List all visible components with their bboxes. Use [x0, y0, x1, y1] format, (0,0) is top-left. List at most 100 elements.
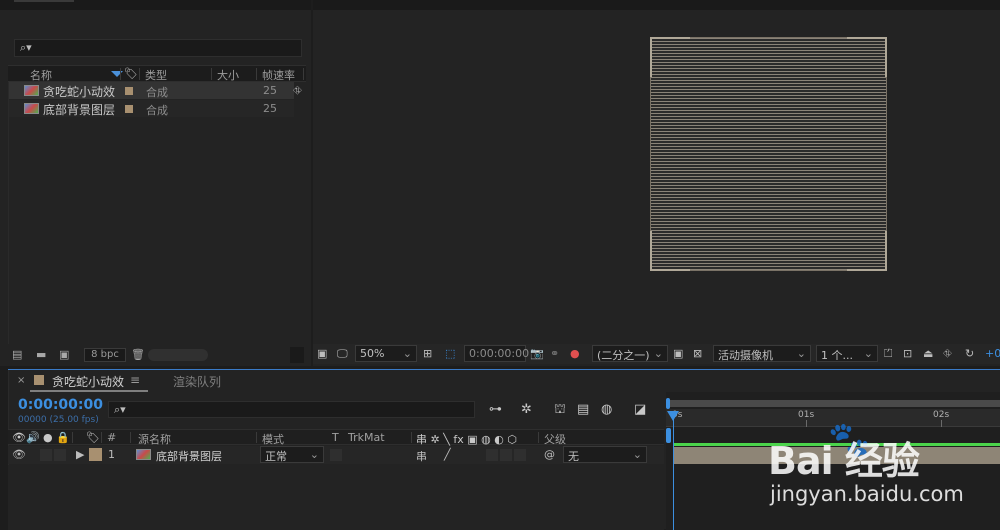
graph-editor-icon[interactable]: ◪ — [634, 402, 646, 417]
flowchart-icon[interactable]: ⛗ — [943, 347, 952, 361]
label-swatch[interactable] — [125, 87, 133, 95]
resolution-dropdown[interactable]: (二分之一) ⌄ — [592, 345, 668, 362]
bpc-button[interactable]: 8 bpc — [84, 348, 126, 362]
column-size[interactable]: 大小 — [217, 67, 239, 83]
tab-composition[interactable]: 贪吃蛇小动效 — [52, 373, 124, 390]
zoom-dropdown[interactable]: 50% ⌄ — [355, 345, 417, 362]
mode-value: 正常 — [265, 450, 287, 463]
audio-switch[interactable] — [40, 449, 52, 461]
mode-dropdown[interactable]: 正常 ⌄ — [260, 446, 324, 463]
expand-arrow-icon[interactable]: ▶ — [76, 448, 84, 461]
ruler-label: 01s — [798, 410, 815, 420]
transparency-grid-icon[interactable]: ⊠ — [693, 347, 702, 360]
in-point-handle[interactable] — [666, 428, 671, 443]
interpret-footage-icon[interactable]: ▤ — [12, 348, 22, 361]
toggle-pixel-aspect-icon[interactable]: ⏍ — [884, 347, 892, 361]
motion-blur-icon[interactable]: ◍ — [601, 402, 612, 417]
effect-switch[interactable] — [486, 449, 498, 461]
new-composition-icon[interactable]: ▣ — [59, 348, 69, 361]
composition-canvas[interactable] — [650, 37, 887, 271]
always-preview-icon[interactable]: ▣ — [317, 347, 327, 360]
viewer-timecode[interactable]: 0:00:00:00 — [464, 345, 529, 362]
frame-blending-icon[interactable]: ▤ — [577, 402, 589, 417]
flowchart-icon[interactable]: ⛗ — [293, 84, 302, 98]
chevron-down-icon: ⌄ — [309, 448, 319, 461]
fast-previews-icon[interactable]: ⊡ — [903, 347, 912, 360]
label-swatch[interactable] — [125, 105, 133, 113]
watermark-url: jingyan.baidu.com — [770, 482, 964, 506]
color-channels-icon[interactable]: ● — [570, 347, 580, 360]
column-mode[interactable]: 模式 — [262, 431, 284, 447]
safe-corner — [650, 231, 690, 271]
column-type[interactable]: 类型 — [145, 67, 167, 83]
chevron-down-icon: ⌄ — [653, 347, 663, 360]
draft-3d-icon[interactable]: ✲ — [521, 402, 532, 417]
snapshot-icon[interactable]: 📷 — [530, 347, 544, 360]
monitor-icon[interactable]: 🖵 — [337, 347, 348, 361]
column-name[interactable]: 名称 — [30, 67, 52, 83]
eye-icon[interactable]: 👁 — [12, 448, 26, 461]
reset-exposure-icon[interactable]: ↻ — [965, 347, 974, 360]
project-tab-marker[interactable] — [14, 0, 74, 2]
camera-value: 活动摄像机 — [718, 349, 773, 362]
label-tag-icon[interactable]: 🏷 — [124, 67, 138, 80]
work-area-bar[interactable] — [670, 400, 1000, 407]
sort-arrow-icon[interactable] — [111, 71, 123, 77]
composition-mini-flowchart-icon[interactable]: ⊶ — [489, 402, 502, 417]
new-folder-icon[interactable]: ▬ — [36, 348, 46, 361]
close-icon[interactable]: × — [17, 375, 25, 386]
quality-switch-icon[interactable]: ╱ — [444, 448, 451, 461]
exposure-value[interactable]: +0 — [985, 347, 1000, 360]
timeline-search-input[interactable]: ⌕▾ — [108, 401, 475, 418]
column-trkmat[interactable]: TrkMat — [348, 431, 385, 444]
camera-dropdown[interactable]: 活动摄像机 ⌄ — [713, 345, 811, 362]
panel-menu-icon[interactable]: ≡ — [130, 373, 140, 387]
grid-guide-icon[interactable]: ⊞ — [423, 347, 432, 360]
layer-empty-area — [8, 465, 664, 530]
project-item[interactable]: 贪吃蛇小动效 合成 25 — [8, 82, 294, 99]
show-snapshot-icon[interactable]: ⚭ — [550, 347, 559, 360]
blend-switch[interactable] — [500, 449, 512, 461]
video-toggle-icon[interactable]: 👁 — [12, 431, 26, 444]
views-dropdown[interactable]: 1 个... ⌄ — [816, 345, 878, 362]
switches-icons[interactable]: 串 ✲ ╲ fx ▣ ◍ ◐ ⬡ — [416, 431, 517, 447]
work-area-start-handle[interactable] — [666, 398, 670, 409]
preserve-transparency-switch[interactable] — [330, 449, 342, 461]
column-hash[interactable]: # — [107, 431, 116, 444]
shy-layers-icon[interactable]: ⛫ — [554, 402, 566, 419]
column-parent[interactable]: 父级 — [544, 431, 566, 447]
mask-visibility-icon[interactable]: ⬚ — [445, 347, 455, 360]
motion-blur-switch[interactable] — [514, 449, 526, 461]
project-item-fps: 25 — [263, 102, 277, 115]
solo-switch[interactable] — [54, 449, 66, 461]
project-scrollbar[interactable] — [148, 349, 208, 361]
project-item-type: 合成 — [146, 104, 168, 117]
layer-row[interactable]: 👁 ▶ 1 底部背景图层 正常 ⌄ 串 ╱ @ 无 ⌄ — [8, 446, 664, 464]
tab-render-queue[interactable]: 渲染队列 — [173, 373, 221, 390]
trash-icon[interactable]: 🗑 — [131, 348, 145, 361]
label-tag-icon[interactable]: 🏷 — [86, 431, 100, 444]
views-value: 1 个... — [821, 349, 853, 362]
project-search-input[interactable]: ⌕▾ — [14, 39, 302, 57]
label-swatch[interactable] — [89, 448, 102, 461]
parent-dropdown[interactable]: 无 ⌄ — [563, 446, 647, 463]
current-time-display[interactable]: 0:00:00:00 — [18, 397, 103, 413]
playhead-line[interactable] — [673, 419, 674, 530]
solo-toggle-icon[interactable]: ● — [43, 431, 53, 444]
timeline-icon[interactable]: ⏏ — [923, 347, 933, 360]
audio-toggle-icon[interactable]: 🔊 — [26, 431, 40, 444]
lock-toggle-icon[interactable]: 🔒 — [56, 431, 70, 444]
shy-switch-icon[interactable]: 串 — [416, 448, 427, 464]
active-tab-indicator — [30, 390, 148, 392]
project-item-name: 贪吃蛇小动效 — [43, 85, 116, 99]
column-fps[interactable]: 帧速率 — [262, 67, 295, 83]
column-source-name[interactable]: 源名称 — [138, 431, 171, 447]
region-of-interest-icon[interactable]: ▣ — [673, 347, 683, 360]
project-item[interactable]: 底部背景图层 合成 25 — [8, 100, 294, 117]
divider — [8, 82, 9, 344]
pickwhip-icon[interactable]: @ — [544, 448, 555, 461]
layer-name[interactable]: 底部背景图层 — [156, 448, 222, 464]
project-item-type: 合成 — [146, 86, 168, 99]
column-t[interactable]: T — [332, 431, 339, 444]
chevron-down-icon: ⌄ — [632, 448, 642, 461]
